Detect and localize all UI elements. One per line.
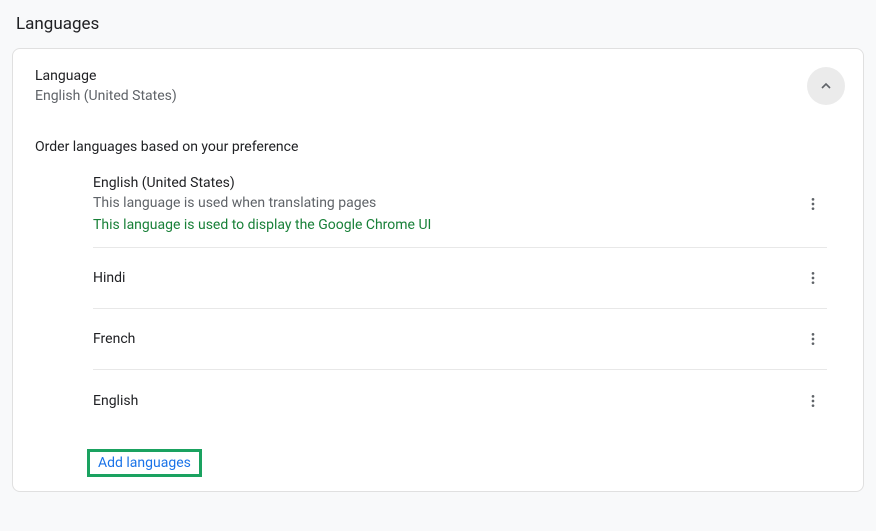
language-text: English (United States) This language is… <box>93 171 799 237</box>
language-row: English <box>93 370 827 431</box>
card-header[interactable]: Language English (United States) <box>13 49 863 117</box>
add-languages-highlight: Add languages <box>87 449 202 477</box>
more-options-button[interactable] <box>799 393 827 409</box>
section-subtitle: English (United States) <box>35 88 807 104</box>
language-row: French <box>93 309 827 370</box>
more-vert-icon <box>805 196 821 212</box>
language-list: English (United States) This language is… <box>13 161 863 431</box>
language-name: French <box>93 331 799 347</box>
language-note: This language is used when translating p… <box>93 195 799 211</box>
chevron-up-icon <box>818 78 834 94</box>
language-name: Hindi <box>93 270 799 286</box>
more-options-button[interactable] <box>799 270 827 286</box>
collapse-button[interactable] <box>807 67 845 105</box>
language-note-ui: This language is used to display the Goo… <box>93 217 799 233</box>
more-vert-icon <box>805 393 821 409</box>
more-options-button[interactable] <box>799 331 827 347</box>
language-row: English (United States) This language is… <box>93 161 827 248</box>
language-name: English <box>93 393 799 409</box>
more-options-button[interactable] <box>799 196 827 212</box>
section-title: Language <box>35 68 807 84</box>
language-row: Hindi <box>93 248 827 309</box>
add-languages-button[interactable]: Add languages <box>98 455 191 471</box>
more-vert-icon <box>805 270 821 286</box>
more-vert-icon <box>805 331 821 347</box>
page-title: Languages <box>0 0 876 48</box>
order-label: Order languages based on your preference <box>13 117 863 161</box>
language-text: English <box>93 389 799 413</box>
card-header-text: Language English (United States) <box>35 68 807 104</box>
languages-card: Language English (United States) Order l… <box>12 48 864 492</box>
language-text: Hindi <box>93 266 799 290</box>
language-name: English (United States) <box>93 175 799 191</box>
language-text: French <box>93 327 799 351</box>
